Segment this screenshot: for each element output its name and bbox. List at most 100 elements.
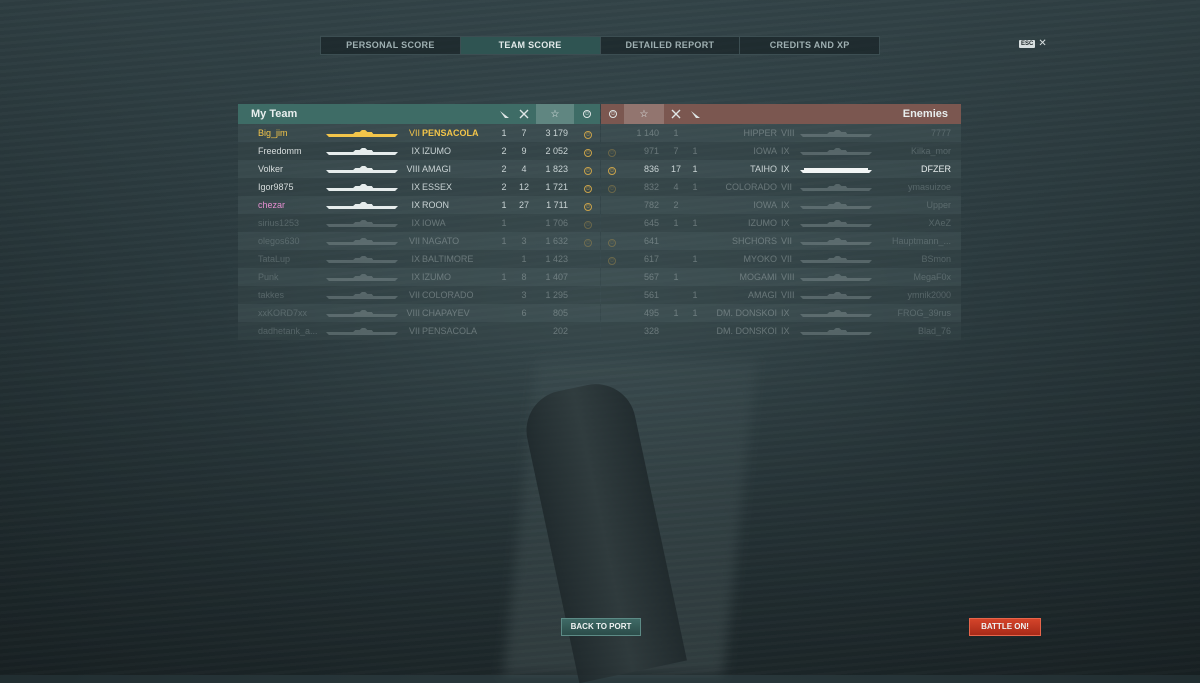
ship-silhouette-icon xyxy=(800,201,872,209)
ship-tier: VII xyxy=(408,290,420,300)
ship-name: DM. DONSKOI xyxy=(716,326,777,336)
ships-destroyed: 3 xyxy=(521,290,527,300)
planes-destroyed: 1 xyxy=(501,218,507,228)
tab-team-score[interactable]: TEAM SCORE xyxy=(460,37,601,54)
table-row: dadhetank_a... VII PENSACOLA 202 328 DM. DONS… xyxy=(238,322,961,340)
my-team-row[interactable]: TataLup IX BALTIMORE 1 1 423 xyxy=(238,250,600,268)
ship-silhouette-icon xyxy=(800,183,872,191)
enemy-row[interactable]: ☺ 641 SHCHORS VII Hauptmann_... xyxy=(601,232,961,250)
enemy-row[interactable]: ☺ 971 7 1 IOWA IX Kilka_mor xyxy=(601,142,961,160)
my-team-row[interactable]: olegos630 VII NAGATO 1 3 1 632 ☺ xyxy=(238,232,600,250)
table-row: Volker VIII AMAGI 2 4 1 823 ☺ ☺ 836 17 1 TAIHO IX DFZ… xyxy=(238,160,961,178)
enemy-row[interactable]: 567 1 MOGAMI VIII MegaF0x xyxy=(601,268,961,286)
ship-tier: IX xyxy=(411,146,420,156)
team-score-board: My Team Enemies ☆ ☺ ☺ ☆ Big_jim VII PENSAC… xyxy=(238,104,961,342)
my-team-row[interactable]: Igor9875 IX ESSEX 2 12 1 721 ☺ xyxy=(238,178,600,196)
score-value: 617 xyxy=(643,254,659,264)
ship-name: COLORADO xyxy=(725,182,777,192)
medal-icon: ☺ xyxy=(584,221,592,229)
score-star-icon: ☆ xyxy=(536,104,574,124)
ship-name: IZUMO xyxy=(422,272,451,282)
player-name: Hauptmann_... xyxy=(891,236,951,246)
ship-name: CHAPAYEV xyxy=(422,308,470,318)
ship-silhouette-icon xyxy=(326,291,398,299)
close-icon: ✕ xyxy=(1038,38,1047,49)
table-row: Big_jim VII PENSACOLA 1 7 3 179 ☺ 1 140 1 HIPPER V… xyxy=(238,124,961,142)
medal-icon: ☺ xyxy=(608,167,616,175)
my-team-row[interactable]: Volker VIII AMAGI 2 4 1 823 ☺ xyxy=(238,160,600,178)
ships-destroyed xyxy=(668,250,684,268)
tab-detailed-report[interactable]: DETAILED REPORT xyxy=(601,37,741,54)
medal-icon: ☺ xyxy=(608,149,616,157)
ship-kill-icon xyxy=(516,104,532,124)
my-team-row[interactable]: Punk IX IZUMO 1 8 1 407 xyxy=(238,268,600,286)
enemy-row[interactable]: 645 1 1 IZUMO IX XAeZ xyxy=(601,214,961,232)
ship-silhouette-icon xyxy=(326,219,398,227)
ship-silhouette-icon xyxy=(326,255,398,263)
ship-name: PENSACOLA xyxy=(422,128,479,138)
enemy-row[interactable]: ☺ 832 4 1 COLORADO VII ymasuizoe xyxy=(601,178,961,196)
ship-name: IOWA xyxy=(753,146,777,156)
enemy-row[interactable]: 561 1 AMAGI VIII ymnik2000 xyxy=(601,286,961,304)
my-team-title: My Team xyxy=(251,108,298,120)
score-value: 1 140 xyxy=(636,128,659,138)
battle-on-button[interactable]: BATTLE ON! xyxy=(969,618,1041,636)
player-name: BSmon xyxy=(921,254,951,264)
ship-name: AMAGI xyxy=(747,290,777,300)
ship-name: SHCHORS xyxy=(731,236,777,246)
enemy-row[interactable]: 782 2 IOWA IX Upper xyxy=(601,196,961,214)
my-team-row[interactable]: dadhetank_a... VII PENSACOLA 202 xyxy=(238,322,600,340)
enemy-row[interactable]: 328 DM. DONSKOI IX Blad_76 xyxy=(601,322,961,340)
player-name: takkes xyxy=(258,290,285,300)
ship-silhouette-icon xyxy=(800,327,872,335)
esc-close-button[interactable]: ESC ✕ xyxy=(1019,39,1047,49)
player-name: MegaF0x xyxy=(913,272,951,282)
ship-tier: VIII xyxy=(406,308,420,318)
player-name: DFZER xyxy=(921,164,951,174)
tab-credits-and-xp[interactable]: CREDITS AND XP xyxy=(740,37,879,54)
ship-name: ESSEX xyxy=(422,182,453,192)
my-team-row[interactable]: xxKORD7xx VIII CHAPAYEV 6 805 xyxy=(238,304,600,322)
ships-destroyed: 4 xyxy=(521,164,527,174)
ship-tier: VII xyxy=(408,326,420,336)
enemy-row[interactable]: ☺ 836 17 1 TAIHO IX DFZER xyxy=(601,160,961,178)
back-to-port-button[interactable]: BACK TO PORT xyxy=(561,618,641,636)
player-name: Blad_76 xyxy=(917,326,951,336)
score-value: 832 xyxy=(643,182,659,192)
table-row: Igor9875 IX ESSEX 2 12 1 721 ☺ ☺ 832 4 1 COLORADO VI… xyxy=(238,178,961,196)
ship-silhouette-icon xyxy=(800,147,872,155)
player-name: olegos630 xyxy=(258,236,300,246)
planes-destroyed: 2 xyxy=(501,164,507,174)
ship-silhouette-icon xyxy=(800,129,872,137)
score-value: 3 179 xyxy=(545,128,568,138)
planes-destroyed xyxy=(687,124,703,142)
ship-tier: IX xyxy=(411,218,420,228)
enemies-title: Enemies xyxy=(902,108,948,120)
medal-icon: ☺ xyxy=(584,203,592,211)
planes-destroyed: 1 xyxy=(692,182,698,192)
tab-personal-score[interactable]: PERSONAL SCORE xyxy=(321,37,461,54)
planes-destroyed xyxy=(687,232,703,250)
ships-destroyed: 17 xyxy=(670,164,681,174)
ships-destroyed xyxy=(668,286,684,304)
my-team-row[interactable]: chezar IX ROON 1 27 1 711 ☺ xyxy=(238,196,600,214)
enemy-row[interactable]: 1 140 1 HIPPER VIII 7777 xyxy=(601,124,961,142)
ship-name: NAGATO xyxy=(422,236,460,246)
ships-destroyed xyxy=(668,232,684,250)
my-team-row[interactable]: takkes VII COLORADO 3 1 295 xyxy=(238,286,600,304)
ships-destroyed xyxy=(516,214,532,232)
my-team-row[interactable]: sirius1253 IX IOWA 1 1 706 ☺ xyxy=(238,214,600,232)
planes-destroyed: 1 xyxy=(501,200,507,210)
my-team-row[interactable]: Freedomm IX IZUMO 2 9 2 052 ☺ xyxy=(238,142,600,160)
enemy-score-star-icon: ☆ xyxy=(624,104,664,124)
enemy-row[interactable]: ☺ 617 1 MYOKO VII BSmon xyxy=(601,250,961,268)
my-team-row[interactable]: Big_jim VII PENSACOLA 1 7 3 179 ☺ xyxy=(238,124,600,142)
table-row: sirius1253 IX IOWA 1 1 706 ☺ 645 1 1 IZUMO IX XAeZ xyxy=(238,214,961,232)
score-value: 836 xyxy=(643,164,659,174)
medal-icon: ☺ xyxy=(608,185,616,193)
score-value: 1 295 xyxy=(545,290,568,300)
enemy-row[interactable]: 495 1 1 DM. DONSKOI IX FROG_39rus xyxy=(601,304,961,322)
table-row: TataLup IX BALTIMORE 1 1 423 ☺ 617 1 MYOKO VII BSm… xyxy=(238,250,961,268)
score-value: 1 423 xyxy=(545,254,568,264)
score-value: 645 xyxy=(643,218,659,228)
